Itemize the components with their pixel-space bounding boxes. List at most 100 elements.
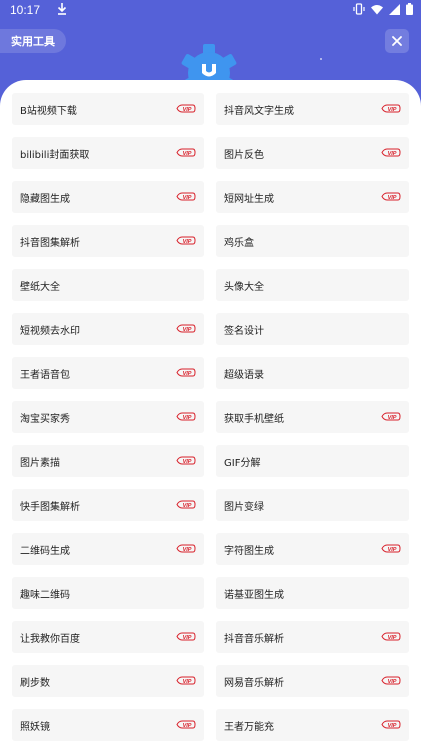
svg-text:VIP: VIP [183, 415, 192, 421]
vip-badge-icon: VIP [176, 324, 196, 333]
tool-item[interactable]: 图片素描 VIP [12, 445, 204, 477]
tool-item[interactable]: 快手图集解析 VIP [12, 489, 204, 521]
tool-item[interactable]: 二维码生成 VIP [12, 533, 204, 565]
tool-label: 图片变绿 [224, 501, 264, 513]
tool-item[interactable]: 隐藏图生成 VIP [12, 181, 204, 213]
svg-text:VIP: VIP [388, 195, 397, 201]
vip-badge-icon: VIP [176, 104, 196, 113]
page-title: 实用工具 [0, 29, 66, 53]
tool-label: bilibili封面获取 [20, 149, 90, 161]
tool-item[interactable]: 让我教你百度 VIP [12, 621, 204, 653]
vip-badge-icon: VIP [381, 632, 401, 641]
svg-text:VIP: VIP [183, 503, 192, 509]
tool-item[interactable]: 趣味二维码 [12, 577, 204, 609]
svg-text:VIP: VIP [183, 195, 192, 201]
tool-item[interactable]: 签名设计 [216, 313, 409, 345]
tool-item[interactable]: 刷步数 VIP [12, 665, 204, 697]
screen: 10:17 实用工具 B站视频下载 VIP 抖音风文字生成 VIP bilibi… [0, 0, 421, 750]
tool-item[interactable]: 头像大全 [216, 269, 409, 301]
battery-icon [406, 3, 413, 15]
close-button[interactable] [385, 29, 409, 53]
tool-label: 签名设计 [224, 325, 264, 337]
status-time: 10:17 [10, 3, 41, 17]
tool-item[interactable]: 短网址生成 VIP [216, 181, 409, 213]
vip-badge-icon: VIP [176, 192, 196, 201]
tool-item[interactable]: 获取手机壁纸 VIP [216, 401, 409, 433]
vip-badge-icon: VIP [176, 632, 196, 641]
tool-label: 鸡乐盒 [224, 237, 254, 249]
vip-badge-icon: VIP [176, 412, 196, 421]
svg-text:VIP: VIP [183, 459, 192, 465]
svg-text:VIP: VIP [183, 547, 192, 553]
tools-grid: B站视频下载 VIP 抖音风文字生成 VIP bilibili封面获取 VIP … [12, 93, 409, 741]
tool-label: 隐藏图生成 [20, 193, 70, 205]
signal-icon [389, 3, 400, 15]
tool-label: 头像大全 [224, 281, 264, 293]
tool-label: 超级语录 [224, 369, 264, 381]
tool-item[interactable]: B站视频下载 VIP [12, 93, 204, 125]
tool-item[interactable]: 抖音图集解析 VIP [12, 225, 204, 257]
vip-badge-icon: VIP [176, 720, 196, 729]
vip-badge-icon: VIP [381, 148, 401, 157]
svg-text:VIP: VIP [183, 371, 192, 377]
tool-label: 快手图集解析 [20, 501, 80, 513]
tool-label: 短网址生成 [224, 193, 274, 205]
tool-label: 网易音乐解析 [224, 677, 284, 689]
tool-label: 短视频去水印 [20, 325, 80, 337]
tool-item[interactable]: 抖音音乐解析 VIP [216, 621, 409, 653]
tool-item[interactable]: 短视频去水印 VIP [12, 313, 204, 345]
vip-badge-icon: VIP [381, 412, 401, 421]
tool-label: B站视频下载 [20, 105, 77, 117]
svg-text:VIP: VIP [388, 635, 397, 641]
vip-badge-icon: VIP [176, 676, 196, 685]
tool-label: 照妖镜 [20, 721, 50, 733]
tool-item[interactable]: 网易音乐解析 VIP [216, 665, 409, 697]
tool-item[interactable]: 抖音风文字生成 VIP [216, 93, 409, 125]
svg-text:VIP: VIP [388, 679, 397, 685]
tool-label: 抖音音乐解析 [224, 633, 284, 645]
svg-text:VIP: VIP [388, 547, 397, 553]
tool-item[interactable]: GIF分解 [216, 445, 409, 477]
tool-label: 抖音图集解析 [20, 237, 80, 249]
vip-badge-icon: VIP [381, 544, 401, 553]
tool-label: 刷步数 [20, 677, 50, 689]
tool-item[interactable]: bilibili封面获取 VIP [12, 137, 204, 169]
vip-badge-icon: VIP [176, 500, 196, 509]
tool-label: 图片素描 [20, 457, 60, 469]
decorative-dot [320, 58, 322, 60]
tool-label: 让我教你百度 [20, 633, 80, 645]
download-icon [57, 3, 67, 15]
tool-label: 字符图生成 [224, 545, 274, 557]
tool-item[interactable]: 王者语音包 VIP [12, 357, 204, 389]
tool-item[interactable]: 图片变绿 [216, 489, 409, 521]
vip-badge-icon: VIP [381, 192, 401, 201]
tool-item[interactable]: 鸡乐盒 [216, 225, 409, 257]
svg-text:VIP: VIP [183, 239, 192, 245]
vip-badge-icon: VIP [381, 676, 401, 685]
svg-text:VIP: VIP [388, 723, 397, 729]
tool-label: 诺基亚图生成 [224, 589, 284, 601]
tool-item[interactable]: 字符图生成 VIP [216, 533, 409, 565]
tool-item[interactable]: 诺基亚图生成 [216, 577, 409, 609]
tool-item[interactable]: 图片反色 VIP [216, 137, 409, 169]
vip-badge-icon: VIP [176, 456, 196, 465]
close-icon [392, 36, 402, 46]
tool-item[interactable]: 超级语录 [216, 357, 409, 389]
vip-badge-icon: VIP [381, 104, 401, 113]
tool-item[interactable]: 淘宝买家秀 VIP [12, 401, 204, 433]
tool-item[interactable]: 照妖镜 VIP [12, 709, 204, 741]
vip-badge-icon: VIP [176, 236, 196, 245]
tool-label: 获取手机壁纸 [224, 413, 284, 425]
status-icons [353, 2, 413, 16]
tool-label: 王者语音包 [20, 369, 70, 381]
status-bar: 10:17 [0, 0, 421, 20]
tool-label: 壁纸大全 [20, 281, 60, 293]
svg-text:VIP: VIP [183, 723, 192, 729]
wifi-icon [371, 4, 383, 14]
tool-item[interactable]: 王者万能充 VIP [216, 709, 409, 741]
tool-item[interactable]: 壁纸大全 [12, 269, 204, 301]
tool-label: 图片反色 [224, 149, 264, 161]
vip-badge-icon: VIP [176, 544, 196, 553]
vibrate-icon [353, 3, 365, 15]
tool-label: 趣味二维码 [20, 589, 70, 601]
